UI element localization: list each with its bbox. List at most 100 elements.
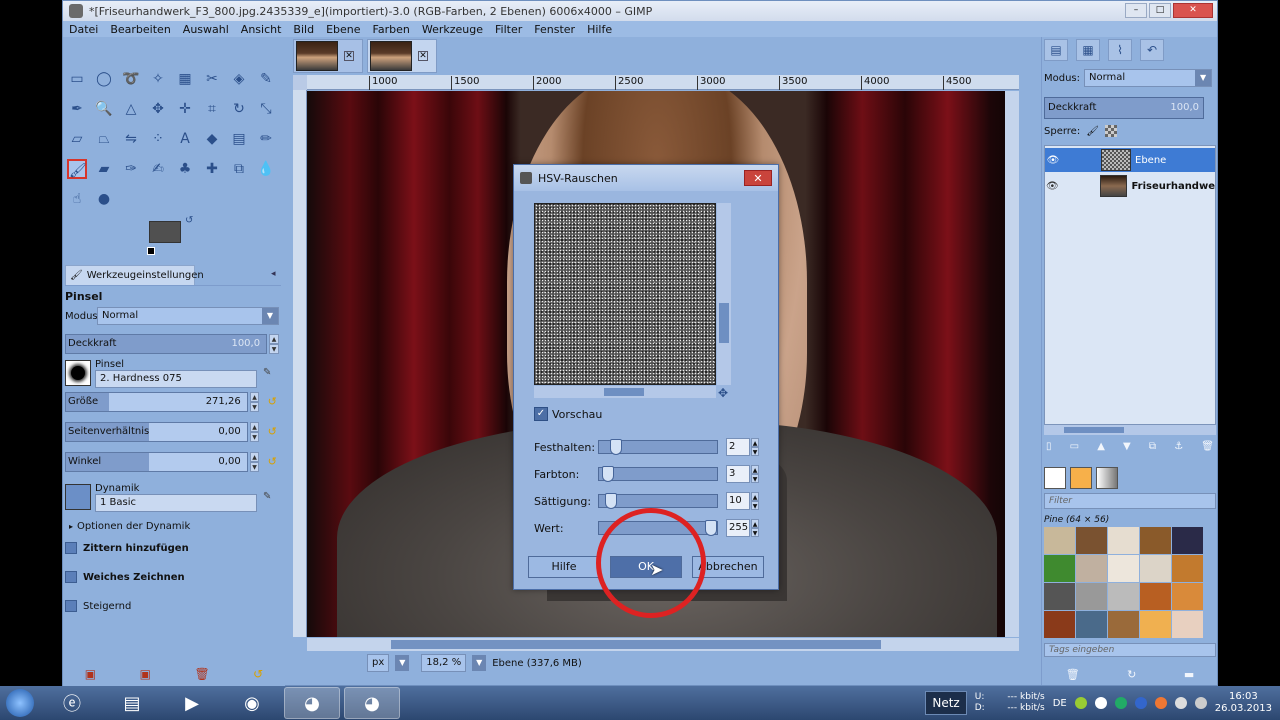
default-colors-icon[interactable]: [147, 247, 155, 255]
ellipse-select-icon[interactable]: ◯: [94, 69, 114, 89]
param-value[interactable]: 3: [726, 465, 750, 483]
pencil-icon[interactable]: ✏: [256, 129, 276, 149]
menu-ebene[interactable]: Ebene: [326, 23, 360, 36]
mode-select[interactable]: Normal ▼: [97, 307, 279, 325]
clone-icon[interactable]: ♣: [175, 159, 195, 179]
menu-datei[interactable]: Datei: [69, 23, 98, 36]
new-layer-icon[interactable]: ▯: [1046, 441, 1052, 452]
tray-app-icon[interactable]: [1174, 697, 1187, 709]
layer-name[interactable]: Friseurhandwe: [1131, 181, 1215, 192]
pattern-swatch[interactable]: [1140, 583, 1171, 610]
layers-tab-icon[interactable]: ▤: [1044, 39, 1068, 61]
maximize-button[interactable]: □: [1149, 3, 1171, 18]
pattern-swatch[interactable]: [1108, 583, 1139, 610]
delete-options-icon[interactable]: 🗑: [194, 667, 209, 681]
slider-handle[interactable]: [602, 466, 614, 482]
reset-angle-icon[interactable]: ↺: [265, 455, 279, 469]
visibility-eye-icon[interactable]: 👁: [1045, 181, 1060, 192]
pattern-swatch[interactable]: [1140, 611, 1171, 638]
layer-row-photo[interactable]: 👁 Friseurhandwe: [1045, 174, 1215, 198]
internet-explorer-icon[interactable]: ⓔ: [44, 687, 100, 719]
channels-tab-icon[interactable]: ▦: [1076, 39, 1100, 61]
layer-row-ebene[interactable]: 👁 Ebene: [1045, 148, 1215, 172]
menu-ansicht[interactable]: Ansicht: [241, 23, 282, 36]
align-icon[interactable]: ✛: [175, 99, 195, 119]
scissors-icon[interactable]: ✂: [202, 69, 222, 89]
language-indicator[interactable]: DE: [1053, 698, 1067, 709]
unit-select[interactable]: px: [367, 654, 390, 672]
reset-size-icon[interactable]: ↺: [265, 395, 279, 409]
heal-icon[interactable]: ✚: [202, 159, 222, 179]
aspect-slider[interactable]: Seitenverhältnis 0,00: [65, 422, 248, 442]
gimp-taskbar-icon-2[interactable]: ◕: [344, 687, 400, 719]
chevron-down-icon[interactable]: ▼: [395, 655, 410, 671]
image-tab-1[interactable]: ✕: [293, 39, 363, 73]
menu-filter[interactable]: Filter: [495, 23, 522, 36]
vertical-ruler[interactable]: [293, 90, 307, 637]
paths-icon[interactable]: ✎: [256, 69, 276, 89]
smudge-icon[interactable]: ☝: [67, 189, 87, 209]
blend-icon[interactable]: ▤: [229, 129, 249, 149]
text-icon[interactable]: A: [175, 129, 195, 149]
open-folder-icon[interactable]: ▬: [1184, 668, 1194, 681]
dynamics-options-row[interactable]: ▸ Optionen der Dynamik: [65, 516, 279, 536]
dynamics-icon[interactable]: [65, 484, 91, 510]
menu-bild[interactable]: Bild: [293, 23, 314, 36]
color-swatches[interactable]: ↺: [147, 215, 199, 261]
airbrush-icon[interactable]: ✑: [121, 159, 141, 179]
pattern-swatch[interactable]: [1076, 583, 1107, 610]
layer-name[interactable]: Ebene: [1135, 155, 1166, 166]
network-widget[interactable]: Netz: [925, 691, 967, 715]
gimp-taskbar-icon[interactable]: ◕: [284, 687, 340, 719]
gradients-tab-icon[interactable]: [1096, 467, 1118, 489]
smooth-checkbox[interactable]: [65, 571, 77, 583]
pattern-filter-input[interactable]: Filter: [1044, 493, 1216, 509]
pattern-swatch[interactable]: [1140, 555, 1171, 582]
pattern-swatch[interactable]: [1108, 611, 1139, 638]
duplicate-layer-icon[interactable]: ⧉: [1149, 441, 1156, 452]
menu-werkzeuge[interactable]: Werkzeuge: [422, 23, 483, 36]
paths-tab-icon[interactable]: ⌇: [1108, 39, 1132, 61]
opacity-spinner[interactable]: ▲ ▼: [269, 334, 279, 354]
opacity-slider[interactable]: Deckkraft 100,0: [65, 334, 268, 354]
incremental-row[interactable]: Steigernd: [65, 596, 279, 616]
rotate-icon[interactable]: ↻: [229, 99, 249, 119]
close-icon[interactable]: ✕: [344, 51, 354, 61]
tray-app-icon[interactable]: [1134, 697, 1147, 709]
slider-handle[interactable]: [705, 520, 717, 536]
param-spinner[interactable]: ▲ ▼: [751, 519, 759, 537]
pattern-swatch[interactable]: [1044, 583, 1075, 610]
save-options-icon[interactable]: ▣: [85, 667, 96, 681]
start-button[interactable]: [0, 686, 40, 720]
dodge-burn-icon[interactable]: ●: [94, 189, 114, 209]
measure-icon[interactable]: △: [121, 99, 141, 119]
noise-preview[interactable]: [534, 203, 716, 385]
restore-options-icon[interactable]: ▣: [140, 667, 151, 681]
zoom-icon[interactable]: 🔍: [94, 99, 114, 119]
patterns-tab-icon[interactable]: [1070, 467, 1092, 489]
crop-icon[interactable]: ⌗: [202, 99, 222, 119]
tab-tool-options[interactable]: 🖌 Werkzeugeinstellungen: [65, 265, 204, 285]
image-tab-2[interactable]: ✕: [367, 39, 437, 73]
param-value[interactable]: 255: [726, 519, 750, 537]
param-spinner[interactable]: ▲ ▼: [751, 465, 759, 483]
scale-icon[interactable]: ⤡: [256, 99, 276, 119]
fuzzy-select-icon[interactable]: ✧: [148, 69, 168, 89]
chevron-down-icon[interactable]: ▼: [472, 655, 487, 671]
param-slider[interactable]: [598, 466, 718, 482]
pattern-swatch[interactable]: [1140, 527, 1171, 554]
pattern-swatch[interactable]: [1172, 555, 1203, 582]
menu-fenster[interactable]: Fenster: [534, 23, 575, 36]
lower-layer-icon[interactable]: ▼: [1123, 441, 1131, 452]
lock-pixels-icon[interactable]: 🖌: [1086, 126, 1099, 137]
size-spinner[interactable]: ▲ ▼: [249, 392, 260, 412]
tray-app-icon[interactable]: [1114, 697, 1127, 709]
brush-name[interactable]: 2. Hardness 075: [95, 369, 257, 388]
shear-icon[interactable]: ▱: [67, 129, 87, 149]
size-slider[interactable]: Größe 271,26: [65, 392, 248, 412]
paintbrush-icon[interactable]: 🖌: [67, 159, 87, 179]
firefox-icon[interactable]: ◉: [224, 687, 280, 719]
pattern-swatch[interactable]: [1172, 611, 1203, 638]
pattern-swatch[interactable]: [1076, 611, 1107, 638]
jitter-checkbox[interactable]: [65, 542, 77, 554]
